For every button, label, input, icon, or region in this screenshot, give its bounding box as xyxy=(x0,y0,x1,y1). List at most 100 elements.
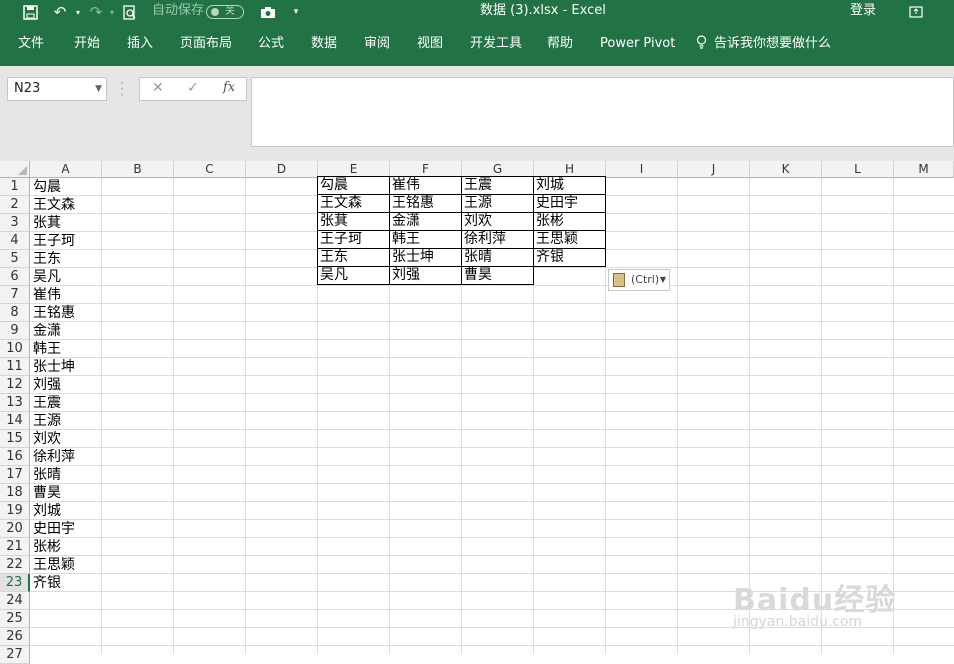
cell-a6[interactable]: 吴凡 xyxy=(31,268,101,286)
cell-a4[interactable]: 王子珂 xyxy=(31,232,101,250)
row-header-15[interactable]: 15 xyxy=(0,430,30,448)
row-header-19[interactable]: 19 xyxy=(0,502,30,520)
cell-g6[interactable]: 曹昊 xyxy=(461,266,534,285)
customize-toolbar-icon[interactable]: ▾ xyxy=(286,2,306,22)
row-header-5[interactable]: 5 xyxy=(0,250,30,268)
cell-g5[interactable]: 张晴 xyxy=(461,248,534,267)
cell-h5[interactable]: 齐银 xyxy=(533,248,606,267)
select-all-button[interactable] xyxy=(0,161,30,178)
cell-g2[interactable]: 王源 xyxy=(461,194,534,213)
cell-f2[interactable]: 王铭惠 xyxy=(389,194,462,213)
formula-input[interactable] xyxy=(251,77,954,147)
row-header-23[interactable]: 23 xyxy=(0,574,30,592)
column-header-j[interactable]: J xyxy=(678,161,750,178)
camera-icon[interactable] xyxy=(258,2,278,22)
cell-a18[interactable]: 曹昊 xyxy=(31,484,101,502)
save-icon[interactable] xyxy=(20,2,40,22)
column-header-i[interactable]: I xyxy=(606,161,678,178)
cell-a3[interactable]: 张萁 xyxy=(31,214,101,232)
cell-g3[interactable]: 刘欢 xyxy=(461,212,534,231)
tab-power-pivot[interactable]: Power Pivot xyxy=(600,35,675,53)
row-header-26[interactable]: 26 xyxy=(0,628,30,646)
row-header-6[interactable]: 6 xyxy=(0,268,30,286)
row-header-4[interactable]: 4 xyxy=(0,232,30,250)
cell-a16[interactable]: 徐利萍 xyxy=(31,448,101,466)
undo-icon[interactable]: ↶ xyxy=(50,2,70,22)
tab-page-layout[interactable]: 页面布局 xyxy=(180,35,232,53)
cell-h1[interactable]: 刘城 xyxy=(533,176,606,195)
enter-icon[interactable]: ✓ xyxy=(187,80,199,96)
cell-h2[interactable]: 史田宇 xyxy=(533,194,606,213)
cell-a22[interactable]: 王思颖 xyxy=(31,556,101,574)
paste-options-button[interactable]: (Ctrl) ▼ xyxy=(608,269,670,291)
cell-h3[interactable]: 张彬 xyxy=(533,212,606,231)
autosave-toggle[interactable]: 关 xyxy=(206,5,244,19)
cell-e4[interactable]: 王子珂 xyxy=(317,230,390,249)
column-header-k[interactable]: K xyxy=(750,161,822,178)
cell-h4[interactable]: 王思颖 xyxy=(533,230,606,249)
cell-a23[interactable]: 齐银 xyxy=(31,574,101,592)
cell-a5[interactable]: 王东 xyxy=(31,250,101,268)
cell-a8[interactable]: 王铭惠 xyxy=(31,304,101,322)
tab-developer[interactable]: 开发工具 xyxy=(470,35,522,53)
redo-dropdown-icon[interactable]: ▾ xyxy=(102,2,122,22)
row-header-3[interactable]: 3 xyxy=(0,214,30,232)
cell-a21[interactable]: 张彬 xyxy=(31,538,101,556)
formula-bar-resize-handle[interactable]: · · · xyxy=(120,77,124,101)
tab-insert[interactable]: 插入 xyxy=(127,35,153,53)
cell-a17[interactable]: 张晴 xyxy=(31,466,101,484)
name-box[interactable]: N23 ▼ xyxy=(7,77,107,101)
cell-e6[interactable]: 吴凡 xyxy=(317,266,390,285)
cell-g4[interactable]: 徐利萍 xyxy=(461,230,534,249)
row-header-10[interactable]: 10 xyxy=(0,340,30,358)
tab-home[interactable]: 开始 xyxy=(74,35,100,53)
row-header-16[interactable]: 16 xyxy=(0,448,30,466)
cell-f5[interactable]: 张士坤 xyxy=(389,248,462,267)
cell-f1[interactable]: 崔伟 xyxy=(389,176,462,195)
cell-f3[interactable]: 金潇 xyxy=(389,212,462,231)
tab-file[interactable]: 文件 xyxy=(18,35,44,53)
cancel-icon[interactable]: ✕ xyxy=(152,80,164,96)
row-header-22[interactable]: 22 xyxy=(0,556,30,574)
print-preview-icon[interactable] xyxy=(120,2,140,22)
cell-e1[interactable]: 勾晨 xyxy=(317,176,390,195)
column-header-d[interactable]: D xyxy=(246,161,318,178)
tab-help[interactable]: 帮助 xyxy=(547,35,573,53)
row-header-27[interactable]: 27 xyxy=(0,646,30,664)
row-header-7[interactable]: 7 xyxy=(0,286,30,304)
insert-function-icon[interactable]: fx xyxy=(223,80,235,95)
row-header-9[interactable]: 9 xyxy=(0,322,30,340)
row-header-12[interactable]: 12 xyxy=(0,376,30,394)
row-header-2[interactable]: 2 xyxy=(0,196,30,214)
tab-formulas[interactable]: 公式 xyxy=(258,35,284,53)
cell-a12[interactable]: 刘强 xyxy=(31,376,101,394)
undo-dropdown-icon[interactable]: ▾ xyxy=(68,2,88,22)
row-header-25[interactable]: 25 xyxy=(0,610,30,628)
row-header-1[interactable]: 1 xyxy=(0,178,30,196)
cell-a19[interactable]: 刘城 xyxy=(31,502,101,520)
row-header-17[interactable]: 17 xyxy=(0,466,30,484)
column-header-a[interactable]: A xyxy=(30,161,102,178)
cell-a1[interactable]: 勾晨 xyxy=(31,178,101,196)
cell-e5[interactable]: 王东 xyxy=(317,248,390,267)
cell-f4[interactable]: 韩王 xyxy=(389,230,462,249)
cell-a15[interactable]: 刘欢 xyxy=(31,430,101,448)
login-button[interactable]: 登录 xyxy=(850,0,876,24)
column-header-c[interactable]: C xyxy=(174,161,246,178)
row-header-21[interactable]: 21 xyxy=(0,538,30,556)
tab-data[interactable]: 数据 xyxy=(311,35,337,53)
row-header-11[interactable]: 11 xyxy=(0,358,30,376)
row-header-13[interactable]: 13 xyxy=(0,394,30,412)
cell-e3[interactable]: 张萁 xyxy=(317,212,390,231)
cell-a11[interactable]: 张士坤 xyxy=(31,358,101,376)
tell-me-search[interactable]: 告诉我你想要做什么 xyxy=(714,35,831,53)
cell-e2[interactable]: 王文森 xyxy=(317,194,390,213)
cell-a13[interactable]: 王震 xyxy=(31,394,101,412)
cell-a9[interactable]: 金潇 xyxy=(31,322,101,340)
cell-a10[interactable]: 韩王 xyxy=(31,340,101,358)
row-header-8[interactable]: 8 xyxy=(0,304,30,322)
cell-a7[interactable]: 崔伟 xyxy=(31,286,101,304)
column-header-m[interactable]: M xyxy=(894,161,954,178)
cell-a20[interactable]: 史田宇 xyxy=(31,520,101,538)
row-header-20[interactable]: 20 xyxy=(0,520,30,538)
